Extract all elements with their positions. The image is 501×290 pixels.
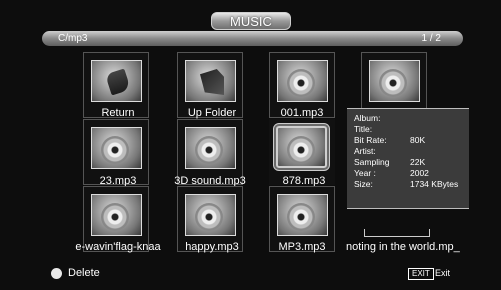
size-value: 1734 KBytes: [410, 179, 459, 189]
music-disc-icon: [185, 127, 236, 169]
file-label: Return: [101, 107, 135, 119]
file-label: happy.mp3: [185, 241, 239, 253]
delete-key-icon[interactable]: [51, 268, 62, 279]
year-label: Year :: [354, 168, 376, 178]
delete-label[interactable]: Delete: [68, 267, 100, 279]
size-label: Size:: [354, 179, 373, 189]
album-label: Album:: [354, 113, 381, 123]
file-label: MP3.mp3: [278, 241, 326, 253]
music-disc-icon: [369, 60, 420, 102]
artist-label: Artist:: [354, 146, 376, 156]
music-disc-icon: [91, 127, 142, 169]
file-label: Up Folder: [187, 107, 237, 119]
path-bar: C/mp3 1 / 2: [42, 31, 463, 46]
page-indicator: 1 / 2: [421, 33, 441, 44]
footer-bar: Delete EXIT Exit: [0, 264, 501, 284]
music-disc-icon: [91, 194, 142, 236]
exit-key-icon[interactable]: EXIT: [408, 268, 434, 280]
file-tile-placeholder[interactable]: [364, 229, 430, 237]
bitrate-value: 80K: [410, 135, 426, 145]
page-title: MUSIC: [211, 12, 291, 30]
title-label: Title:: [354, 124, 373, 134]
current-path: C/mp3: [58, 33, 88, 44]
file-info-panel: Album: Title: Bit Rate: 80K Artist: Sampl…: [347, 108, 469, 209]
return-icon: [91, 60, 142, 102]
music-disc-icon: [277, 60, 328, 102]
media-player-screen: MUSIC C/mp3 1 / 2 Return Up Folder 001.m…: [0, 0, 501, 290]
exit-label[interactable]: Exit: [435, 268, 450, 278]
year-value: 2002: [410, 168, 429, 178]
file-label: noting in the world.mp_: [346, 241, 460, 253]
file-label: e-wavin'flag-knaa: [75, 241, 161, 253]
music-disc-icon: [277, 194, 328, 236]
bitrate-label: Bit Rate:: [354, 135, 387, 145]
up-folder-icon: [185, 60, 236, 102]
sampling-label: Sampling: [354, 157, 390, 167]
sampling-value: 22K: [410, 157, 426, 167]
music-disc-icon: [185, 194, 236, 236]
file-label: 001.mp3: [280, 107, 324, 119]
music-disc-icon: [276, 126, 327, 168]
